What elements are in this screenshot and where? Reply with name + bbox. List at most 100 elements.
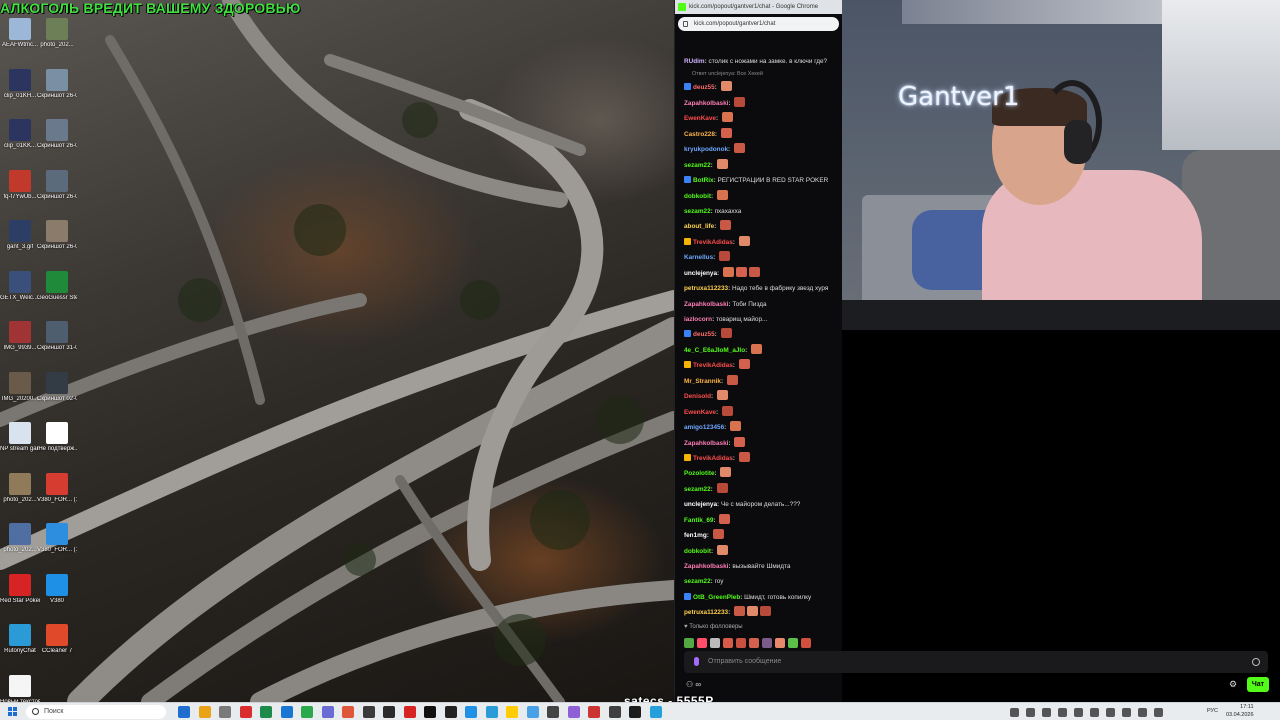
chat-message[interactable]: Fantik_69: (675, 513, 843, 528)
taskbar-app-icon[interactable] (198, 706, 211, 718)
system-tray-icon[interactable] (1106, 708, 1115, 717)
chat-username[interactable]: EwenKave (684, 115, 716, 122)
desktop-icon[interactable]: clip_01KK... (0, 119, 40, 167)
chat-message[interactable]: deuz55: (675, 327, 843, 342)
taskbar-app-icon[interactable] (383, 706, 395, 718)
chat-message[interactable]: Pozolotite: (675, 466, 843, 481)
chat-message[interactable]: Karnellus: (675, 250, 843, 265)
desktop-icon[interactable]: V380_FOR... (1) (37, 523, 77, 571)
chat-message[interactable]: dobkobit: (675, 189, 843, 204)
taskbar-app-icon[interactable] (403, 706, 416, 718)
desktop-icon[interactable]: Скриншот 26-03-20... (37, 119, 77, 167)
taskbar-app-icon[interactable] (301, 706, 313, 718)
emote-button[interactable] (684, 638, 694, 648)
address-bar[interactable]: kick.com/popout/gantver1/chat (678, 17, 839, 31)
emote-button[interactable] (775, 638, 785, 648)
chat-username[interactable]: TrevikAdidas (693, 362, 733, 369)
chat-message[interactable]: RUdim: столик с ножами на замке. в ключи… (675, 54, 843, 69)
chat-username[interactable]: sezam22 (684, 486, 711, 493)
emote-button[interactable] (710, 638, 720, 648)
taskbar-app-icon[interactable] (588, 706, 600, 718)
keyboard-language[interactable]: РУС (1207, 708, 1218, 714)
desktop-icon[interactable]: RutonyChat (0, 624, 40, 672)
emote-button[interactable] (788, 638, 798, 648)
chat-message[interactable]: deuz55: (675, 80, 843, 95)
desktop-icon[interactable]: V380 (37, 573, 77, 622)
chat-message[interactable]: petruxa112233: Надо тебе в фабрику звезд… (675, 281, 843, 296)
chat-message-input[interactable]: Отправить сообщение (684, 651, 1268, 673)
chat-username[interactable]: unclejenya (684, 501, 717, 508)
taskbar-app-icon[interactable] (649, 706, 662, 718)
taskbar-app-icon[interactable] (608, 706, 621, 718)
taskbar-app-icon[interactable] (321, 706, 334, 718)
chat-settings-gear-icon[interactable]: ⚙ (1229, 680, 1238, 689)
chat-message[interactable]: Zapahkolbaski: Тоби Пизда (675, 297, 843, 312)
chat-message[interactable]: BotRix: РЕГИСТРАЦИИ В RED STAR POKER (675, 173, 843, 188)
taskbar-app-icon[interactable] (280, 706, 293, 718)
start-button-windows-icon[interactable] (8, 707, 18, 717)
system-tray-icon[interactable] (1074, 708, 1083, 717)
emote-button[interactable] (801, 638, 811, 648)
chat-message[interactable]: sezam22: гоу (675, 574, 843, 589)
taskbar-app-icon[interactable] (239, 706, 252, 718)
chat-username[interactable]: amigo123456 (684, 424, 724, 431)
chat-username[interactable]: TrevikAdidas (693, 239, 733, 246)
taskbar-app-icon[interactable] (362, 706, 375, 718)
taskbar-app-icon[interactable] (260, 706, 272, 718)
desktop-icon[interactable]: photo_202... (37, 18, 77, 66)
system-tray-icon[interactable] (1058, 708, 1067, 717)
chat-username[interactable]: dobkobit (684, 548, 711, 555)
chat-message[interactable]: TrevikAdidas: (675, 451, 843, 466)
chat-message[interactable]: 4e_C_E6aJIoM_aJIo: (675, 343, 843, 358)
emote-button[interactable] (749, 638, 759, 648)
desktop-icon[interactable]: Скриншот 31-03-20... (37, 321, 77, 369)
chat-username[interactable]: Zapahkolbaski (684, 440, 728, 447)
desktop-icon[interactable]: photo_202... (0, 472, 40, 521)
chat-message[interactable]: fen1mg: (675, 528, 843, 543)
desktop-icon[interactable]: Скриншот 26-03-20... (37, 169, 77, 218)
chat-username[interactable]: Fantik_69 (684, 517, 713, 524)
desktop-icon[interactable]: clip_01KH... (0, 68, 40, 117)
chat-username[interactable]: OtB_GreenPleb (693, 594, 740, 601)
desktop-icon[interactable]: Red Star Poker (0, 573, 40, 622)
desktop-icon[interactable]: GETX_Welc... 2_gantver... (0, 270, 40, 319)
system-tray-icon[interactable] (1090, 708, 1099, 717)
chat-username[interactable]: BotRix (693, 177, 714, 184)
system-tray-icon[interactable] (1138, 708, 1147, 717)
chat-message[interactable]: amigo123456: (675, 420, 843, 435)
chat-message[interactable]: about_life: (675, 219, 843, 234)
taskbar-app-icon[interactable] (485, 706, 498, 718)
taskbar-app-icon[interactable] (506, 706, 518, 718)
chat-message[interactable]: sezam22: пхахахха (675, 204, 843, 219)
chat-username[interactable]: dobkobit (684, 193, 711, 200)
microphone-icon[interactable] (694, 657, 699, 666)
system-tray-icon[interactable] (1122, 708, 1131, 717)
chat-message[interactable]: sezam22: (675, 158, 843, 173)
taskbar-app-icon[interactable] (424, 706, 436, 718)
desktop-icon[interactable]: V380_FOR... (1).zip (37, 472, 77, 521)
chat-username[interactable]: Zapahkolbaski (684, 100, 728, 107)
desktop-icon[interactable]: Скриншот 26-03-20... (37, 220, 77, 268)
emote-quickbar[interactable] (684, 635, 814, 648)
system-tray-icon[interactable] (1154, 708, 1163, 717)
chat-username[interactable]: sezam22 (684, 578, 711, 585)
chat-message[interactable]: unclejenya: (675, 266, 843, 281)
desktop-icon[interactable]: GeoGuessr Steam E... (37, 270, 77, 319)
chat-username[interactable]: Mr_Strannik (684, 378, 721, 385)
chat-message[interactable]: dobkobit: (675, 544, 843, 559)
chat-message[interactable]: EwenKave: (675, 111, 843, 126)
chat-message[interactable]: petruxa112233: (675, 605, 843, 620)
chat-username[interactable]: sezam22 (684, 208, 711, 215)
chat-message[interactable]: Mr_Strannik: (675, 374, 843, 389)
browser-titlebar[interactable]: kick.com/popout/gantver1/chat - Google C… (675, 0, 842, 14)
chat-username[interactable]: kryukpodonok (684, 146, 728, 153)
desktop-icon[interactable]: fq-f7YwUb... (0, 169, 40, 218)
taskbar-app-icon[interactable] (629, 706, 641, 718)
channel-points[interactable]: ⚇ ∞ (686, 680, 701, 689)
desktop-icon[interactable]: CCleaner 7 (37, 624, 77, 672)
chat-message[interactable]: kryukpodonok: (675, 142, 843, 157)
chat-username[interactable]: 4e_C_E6aJIoM_aJIo (684, 347, 745, 354)
send-chat-button[interactable]: Чат (1247, 677, 1269, 692)
chat-username[interactable]: Zapahkolbaski (684, 301, 728, 308)
chat-message[interactable]: TrevikAdidas: (675, 235, 843, 250)
